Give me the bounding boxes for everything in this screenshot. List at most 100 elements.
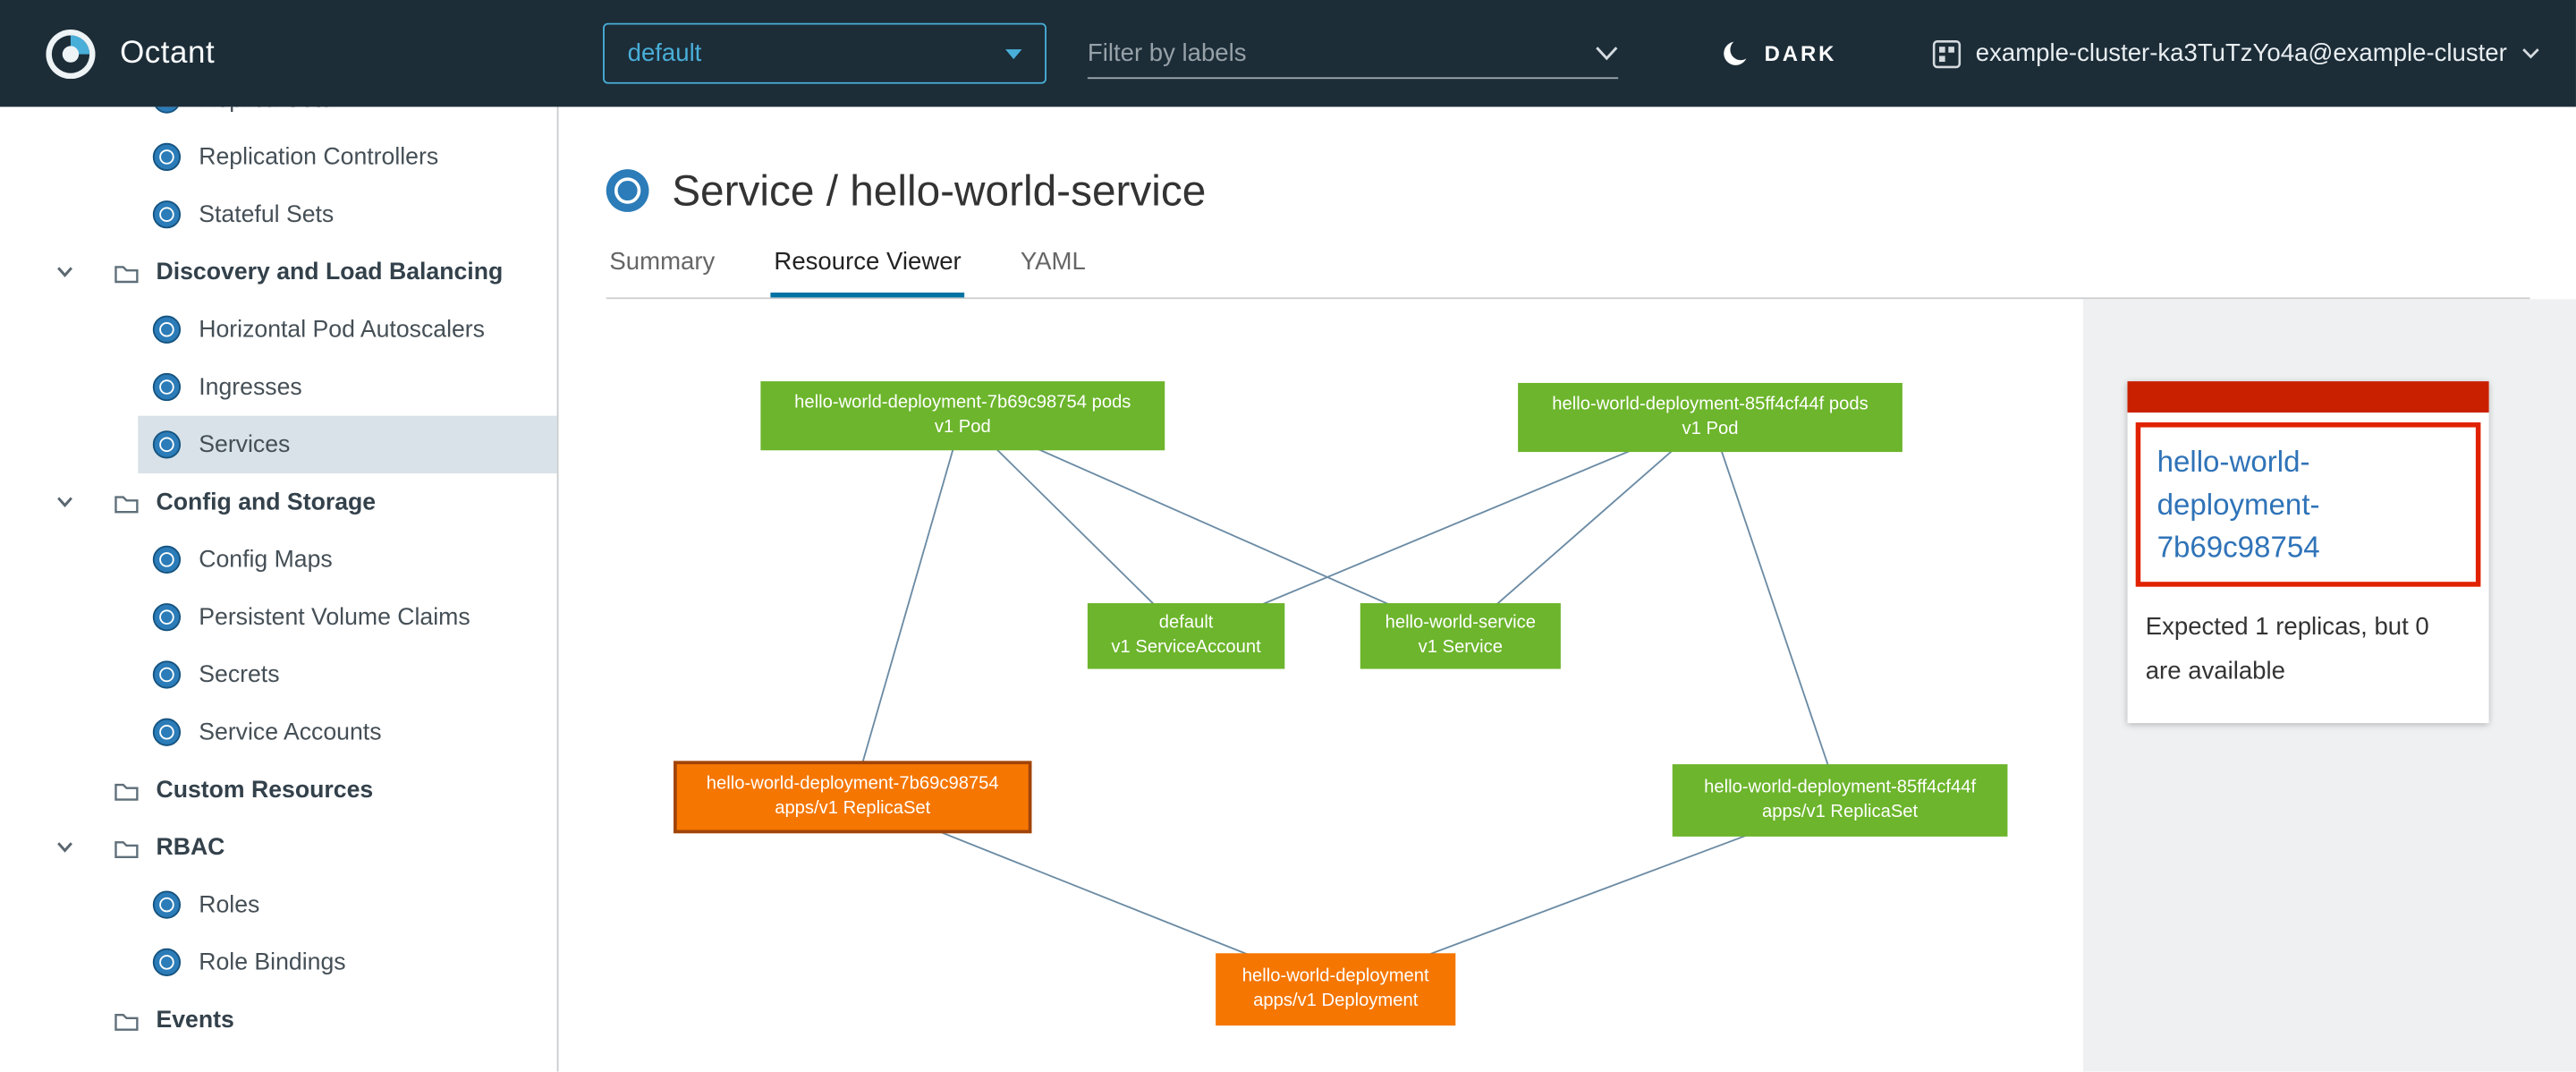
folder-icon: [114, 1008, 140, 1032]
sidebar-item-label: Custom Resources: [156, 777, 373, 803]
resource-icon: [153, 143, 181, 171]
node-subtitle: v1 Pod: [935, 416, 991, 440]
resource-icon: [153, 546, 181, 574]
chevron-down-icon[interactable]: [55, 838, 73, 856]
graph-edge: [1710, 418, 1840, 801]
context-name: example-cluster-ka3TuTzYo4a@example-clus…: [1976, 39, 2507, 67]
app-name: Octant: [120, 35, 215, 71]
tab-bar: Summary Resource Viewer YAML: [606, 238, 2530, 299]
node-title: default: [1159, 612, 1214, 636]
sidebar-item-label: Config Maps: [199, 547, 333, 573]
graph-node-hello-world-deployment-85ff4cf44f-pods-v1-pod[interactable]: hello-world-deployment-85ff4cf44f podsv1…: [1518, 383, 1902, 452]
sidebar-item-ingresses[interactable]: Ingresses: [0, 358, 557, 415]
resource-icon: [153, 719, 181, 746]
folder-icon: [114, 778, 140, 802]
graph-node-hello-world-service-v1-service[interactable]: hello-world-servicev1 Service: [1360, 603, 1561, 668]
node-subtitle: apps/v1 ReplicaSet: [1762, 800, 1918, 824]
title-row: Service / hello-world-service: [606, 169, 2530, 212]
sidebar-item-custom-resources[interactable]: Custom Resources: [0, 761, 557, 818]
node-title: hello-world-deployment-7b69c98754 pods: [794, 391, 1131, 415]
sidebar-item-config-maps[interactable]: Config Maps: [0, 531, 557, 588]
sidebar-item-discovery-and-load-balancing[interactable]: Discovery and Load Balancing: [0, 243, 557, 301]
app-logo-area[interactable]: Octant: [46, 0, 215, 106]
main-content: Service / hello-world-service Summary Res…: [560, 106, 2576, 1071]
sidebar-item-rbac[interactable]: RBAC: [0, 819, 557, 876]
status-card-error-bar: [2128, 381, 2489, 413]
sidebar-item-horizontal-pod-autoscalers[interactable]: Horizontal Pod Autoscalers: [0, 301, 557, 358]
resource-icon: [153, 316, 181, 344]
main-header: Service / hello-world-service Summary Res…: [560, 106, 2576, 299]
sidebar-item-services[interactable]: Services: [0, 416, 557, 473]
node-title: hello-world-deployment: [1242, 965, 1429, 989]
caret-down-icon: [1005, 48, 1021, 58]
resource-icon: [153, 200, 181, 228]
sidebar-item-label: Ingresses: [199, 374, 301, 400]
folder-icon: [114, 490, 140, 514]
tab-yaml[interactable]: YAML: [1017, 238, 1089, 297]
top-header: Octant default DARK: [0, 0, 2576, 106]
moon-icon: [1722, 39, 1750, 67]
chevron-down-icon[interactable]: [55, 493, 73, 511]
resource-graph: hello-world-deployment-7b69c98754 podsv1…: [560, 299, 2083, 1071]
sidebar-item-label: Role Bindings: [199, 949, 345, 975]
theme-toggle[interactable]: DARK: [1722, 0, 1836, 106]
sidebar-item-label: Events: [156, 1007, 233, 1033]
node-title: hello-world-service: [1385, 612, 1536, 636]
octant-app: Octant default DARK: [0, 0, 2576, 1072]
status-message: Expected 1 replicas, but 0 are available: [2146, 607, 2471, 693]
graph-node-hello-world-deployment-7b69c98754-apps-v1-replicaset[interactable]: hello-world-deployment-7b69c98754apps/v1…: [674, 761, 1031, 833]
resource-link[interactable]: hello-world-deployment-7b69c98754: [2157, 446, 2320, 565]
node-title: hello-world-deployment-85ff4cf44f pods: [1552, 393, 1868, 417]
sidebar-nav: Replica SetsReplication ControllersState…: [0, 106, 557, 1048]
node-subtitle: apps/v1 ReplicaSet: [775, 797, 930, 821]
tab-resource-viewer[interactable]: Resource Viewer: [771, 238, 965, 297]
sidebar-item-roles[interactable]: Roles: [0, 876, 557, 933]
sidebar-item-label: RBAC: [156, 834, 225, 860]
sidebar-item-events[interactable]: Events: [0, 991, 557, 1049]
sidebar-item-config-and-storage[interactable]: Config and Storage: [0, 473, 557, 531]
sidebar-item-service-accounts[interactable]: Service Accounts: [0, 703, 557, 761]
sidebar-item-label: Roles: [199, 891, 259, 917]
sidebar-item-replica-sets[interactable]: Replica Sets: [0, 106, 557, 128]
graph-node-hello-world-deployment-apps-v1-deployment[interactable]: hello-world-deploymentapps/v1 Deployment: [1216, 953, 1455, 1025]
sidebar-item-label: Secrets: [199, 661, 279, 687]
resource-icon: [153, 430, 181, 458]
status-card-body: hello-world-deployment-7b69c98754 Expect…: [2128, 413, 2489, 723]
sidebar-item-label: Discovery and Load Balancing: [156, 259, 503, 285]
resource-icon: [153, 603, 181, 631]
service-icon: [606, 169, 649, 212]
sidebar-item-persistent-volume-claims[interactable]: Persistent Volume Claims: [0, 589, 557, 646]
octant-logo-icon: [46, 29, 95, 78]
label-filter: [1088, 28, 1618, 79]
sidebar-item-label: Config and Storage: [156, 489, 376, 515]
graph-node-default-v1-serviceaccount[interactable]: defaultv1 ServiceAccount: [1088, 603, 1284, 668]
graph-node-hello-world-deployment-7b69c98754-pods-v1-pod[interactable]: hello-world-deployment-7b69c98754 podsv1…: [760, 381, 1165, 450]
graph-node-hello-world-deployment-85ff4cf44f-apps-v1-replicaset[interactable]: hello-world-deployment-85ff4cf44fapps/v1…: [1673, 764, 2008, 837]
sidebar-item-replication-controllers[interactable]: Replication Controllers: [0, 128, 557, 185]
chevron-down-icon[interactable]: [1595, 46, 1618, 61]
page-title: Service / hello-world-service: [672, 166, 1206, 217]
label-filter-input[interactable]: [1088, 38, 1596, 66]
node-title: hello-world-deployment-7b69c98754: [707, 773, 999, 797]
namespace-dropdown[interactable]: default: [603, 23, 1046, 84]
sidebar-item-label: Services: [199, 431, 290, 457]
status-card: hello-world-deployment-7b69c98754 Expect…: [2128, 381, 2489, 723]
sidebar: Replica SetsReplication ControllersState…: [0, 106, 558, 1071]
resource-icon: [153, 660, 181, 688]
resource-link-box[interactable]: hello-world-deployment-7b69c98754: [2136, 422, 2481, 587]
sidebar-item-stateful-sets[interactable]: Stateful Sets: [0, 186, 557, 243]
sidebar-item-role-bindings[interactable]: Role Bindings: [0, 933, 557, 991]
sidebar-item-label: Service Accounts: [199, 719, 381, 745]
chevron-down-icon[interactable]: [55, 263, 73, 281]
chevron-down-icon: [2521, 47, 2539, 59]
resource-icon: [153, 890, 181, 918]
graph-edge: [852, 416, 962, 797]
resource-icon: [153, 373, 181, 401]
resource-icon: [153, 949, 181, 976]
context-switcher[interactable]: example-cluster-ka3TuTzYo4a@example-clus…: [1931, 0, 2539, 106]
main-body: hello-world-deployment-7b69c98754 podsv1…: [560, 299, 2576, 1071]
sidebar-item-secrets[interactable]: Secrets: [0, 646, 557, 703]
namespace-dropdown-value: default: [628, 39, 702, 67]
cluster-icon: [1931, 38, 1961, 68]
tab-summary[interactable]: Summary: [606, 238, 718, 297]
